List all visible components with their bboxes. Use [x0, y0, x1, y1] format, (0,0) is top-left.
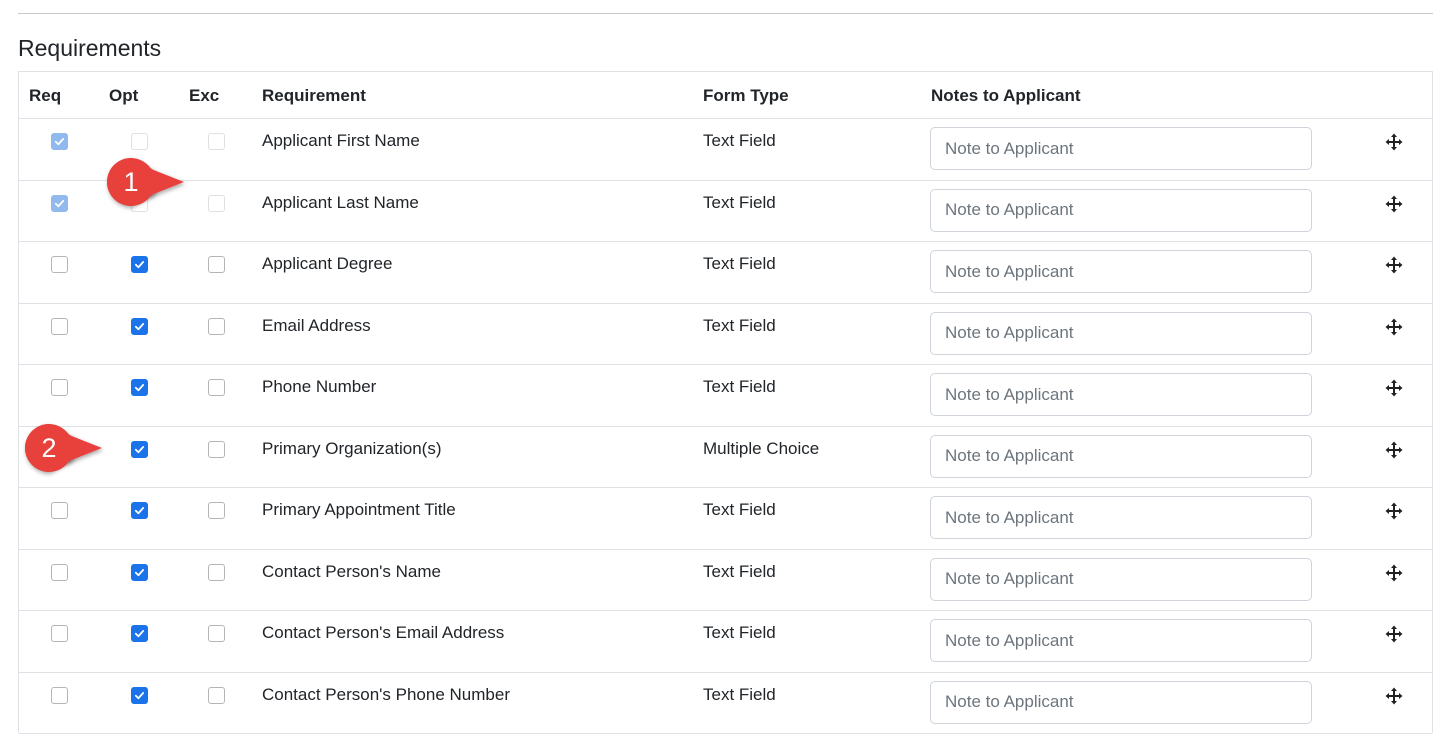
opt-checkbox[interactable] [131, 686, 148, 704]
move-icon[interactable] [1385, 687, 1403, 705]
opt-checkbox[interactable] [131, 440, 148, 458]
callout-marker-2: 2 [24, 423, 102, 473]
exc-checkbox[interactable] [208, 256, 225, 273]
move-icon[interactable] [1385, 133, 1403, 151]
req-checkbox[interactable] [51, 502, 68, 519]
table-row: Contact Person's Name Text Field [19, 550, 1432, 611]
table-row: Applicant Degree Text Field [19, 242, 1432, 304]
move-icon[interactable] [1385, 564, 1403, 582]
column-header-exc: Exc [189, 86, 220, 105]
table-row: Phone Number Text Field [19, 365, 1432, 427]
move-icon[interactable] [1385, 256, 1403, 274]
callout-number: 1 [123, 167, 139, 197]
form-type: Text Field [703, 315, 776, 335]
exc-checkbox[interactable] [208, 440, 225, 458]
requirement-name: Applicant First Name [262, 131, 420, 150]
form-type: Text Field [703, 377, 776, 396]
table-row: Applicant First Name Text Field [19, 119, 1432, 181]
requirement-name: Primary Organization(s) [262, 438, 442, 458]
callout-marker-1: 1 [106, 157, 184, 207]
exc-checkbox[interactable] [208, 625, 225, 642]
form-type: Text Field [703, 623, 776, 642]
note-to-applicant-input[interactable] [930, 127, 1312, 170]
opt-checkbox[interactable] [131, 379, 148, 396]
column-header-opt: Opt [109, 86, 139, 105]
opt-checkbox[interactable] [131, 502, 148, 519]
requirements-table: Req Opt Exc Requirement Form Type Notes … [18, 71, 1433, 734]
form-type: Text Field [703, 684, 776, 704]
table-header: Req Opt Exc Requirement Form Type Notes … [19, 72, 1432, 119]
exc-checkbox[interactable] [208, 563, 225, 581]
form-type: Text Field [703, 192, 776, 212]
form-type: Text Field [703, 561, 776, 581]
callout-number: 2 [41, 433, 57, 463]
section-title: Requirements [18, 35, 162, 61]
requirement-name: Contact Person's Phone Number [262, 684, 510, 704]
req-checkbox[interactable] [51, 686, 68, 704]
opt-checkbox[interactable] [131, 317, 148, 335]
move-icon[interactable] [1385, 379, 1403, 397]
note-to-applicant-input[interactable] [930, 311, 1312, 355]
req-checkbox [51, 194, 68, 212]
table-row: Primary Appointment Title Text Field [19, 488, 1432, 550]
table-row: Contact Person's Email Address Text Field [19, 611, 1432, 673]
column-header-form-type: Form Type [703, 86, 789, 105]
move-icon[interactable] [1385, 195, 1403, 213]
move-icon[interactable] [1385, 441, 1403, 459]
exc-checkbox[interactable] [208, 502, 225, 519]
table-row: Primary Organization(s) Multiple Choice [19, 427, 1432, 488]
exc-checkbox[interactable] [208, 686, 225, 704]
req-checkbox[interactable] [51, 625, 68, 642]
note-to-applicant-input[interactable] [930, 557, 1312, 601]
exc-checkbox[interactable] [208, 379, 225, 396]
req-checkbox [51, 133, 68, 150]
requirement-name: Applicant Last Name [262, 192, 419, 212]
opt-checkbox[interactable] [131, 625, 148, 642]
requirement-name: Applicant Degree [262, 254, 393, 273]
req-checkbox[interactable] [51, 379, 68, 396]
column-header-req: Req [29, 86, 62, 105]
form-type: Text Field [703, 500, 776, 519]
note-to-applicant-input[interactable] [930, 188, 1312, 232]
move-icon[interactable] [1385, 502, 1403, 520]
table-row: Email Address Text Field [19, 304, 1432, 365]
move-icon[interactable] [1385, 625, 1403, 643]
exc-checkbox [208, 194, 225, 212]
exc-checkbox [208, 133, 225, 150]
req-checkbox[interactable] [51, 317, 68, 335]
requirement-name: Primary Appointment Title [262, 500, 456, 519]
req-checkbox[interactable] [51, 563, 68, 581]
note-to-applicant-input[interactable] [930, 434, 1312, 478]
note-to-applicant-input[interactable] [930, 496, 1312, 539]
column-header-notes: Notes to Applicant [931, 86, 1081, 105]
move-icon[interactable] [1385, 318, 1403, 336]
requirement-name: Contact Person's Email Address [262, 623, 505, 642]
form-type: Text Field [703, 131, 776, 150]
opt-checkbox[interactable] [131, 256, 148, 273]
note-to-applicant-input[interactable] [930, 373, 1312, 416]
note-to-applicant-input[interactable] [930, 680, 1312, 724]
requirement-name: Contact Person's Name [262, 561, 441, 581]
requirement-name: Email Address [262, 315, 371, 335]
form-type: Text Field [703, 254, 776, 273]
opt-checkbox [131, 133, 148, 150]
top-divider [18, 13, 1433, 14]
note-to-applicant-input[interactable] [930, 619, 1312, 662]
column-header-requirement: Requirement [262, 86, 366, 105]
opt-checkbox[interactable] [131, 563, 148, 581]
req-checkbox[interactable] [51, 256, 68, 273]
table-row: Contact Person's Phone Number Text Field [19, 673, 1432, 734]
table-row: Applicant Last Name Text Field [19, 181, 1432, 242]
requirement-name: Phone Number [262, 377, 377, 396]
exc-checkbox[interactable] [208, 317, 225, 335]
note-to-applicant-input[interactable] [930, 250, 1312, 293]
form-type: Multiple Choice [703, 438, 820, 458]
